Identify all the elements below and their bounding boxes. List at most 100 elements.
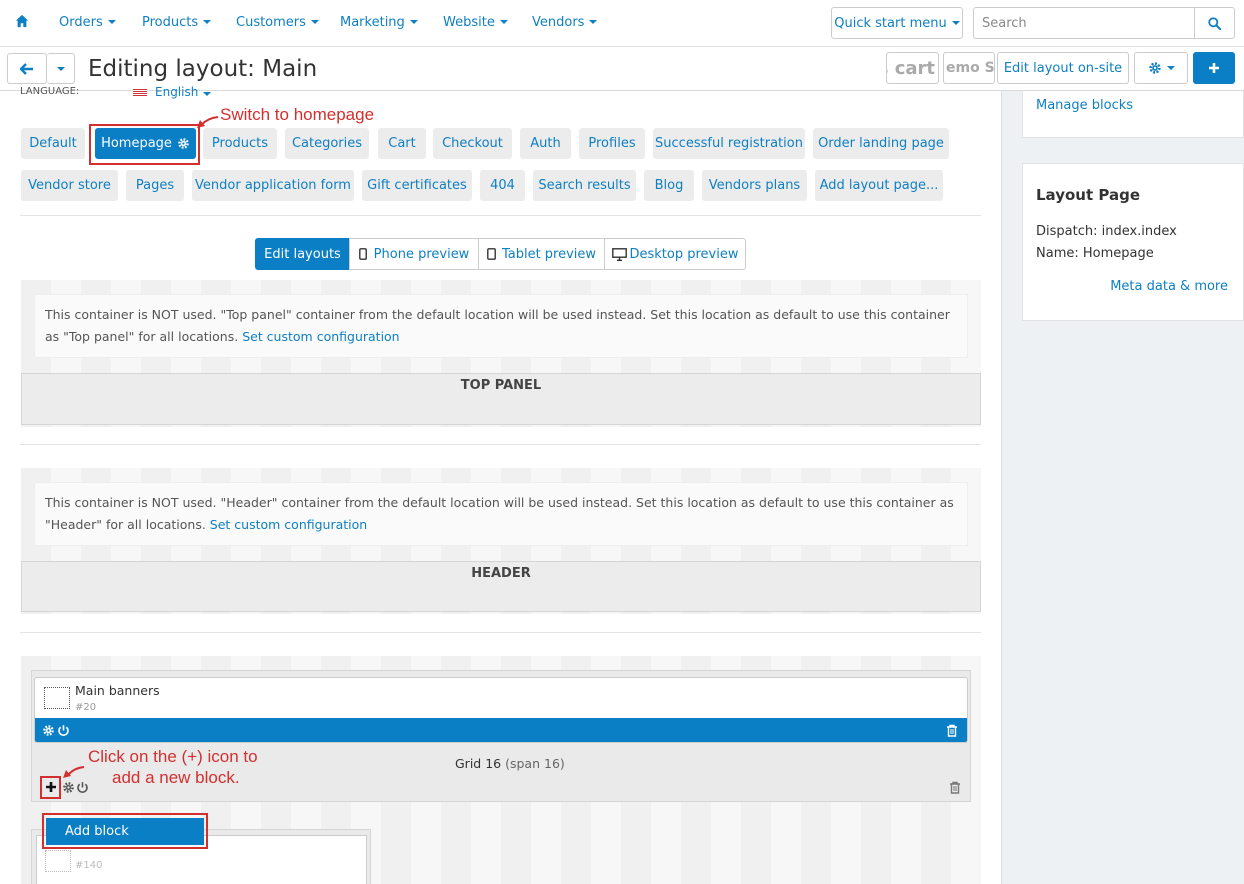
layout-page-heading: Layout Page bbox=[1036, 186, 1140, 204]
highlight-box bbox=[89, 124, 200, 165]
search-button[interactable] bbox=[1194, 8, 1234, 38]
arrow-icon bbox=[197, 116, 219, 128]
chevron-down-icon bbox=[409, 20, 418, 24]
chevron-down-icon bbox=[310, 20, 319, 24]
settings-dropdown-button[interactable] bbox=[1134, 52, 1188, 84]
block-id: #20 bbox=[75, 702, 97, 713]
storefront-logo-1[interactable]: s cart bbox=[886, 52, 939, 84]
container-title: TOP PANEL bbox=[460, 378, 542, 393]
trash-icon[interactable] bbox=[949, 781, 961, 794]
chevron-down-icon bbox=[203, 20, 212, 24]
chevron-down-icon bbox=[499, 20, 508, 24]
tab-gift-certificates[interactable]: Gift certificates bbox=[362, 170, 472, 201]
chevron-down-icon bbox=[107, 20, 116, 24]
tab-checkout[interactable]: Checkout bbox=[433, 128, 512, 159]
tab-profiles[interactable]: Profiles bbox=[579, 128, 645, 159]
header-notice: This container is NOT used. "Header" con… bbox=[34, 482, 968, 546]
main-banners-block[interactable]: Main banners #20 bbox=[34, 677, 968, 743]
tab-auth[interactable]: Auth bbox=[520, 128, 571, 159]
tab-vendors-plans[interactable]: Vendors plans bbox=[702, 170, 807, 201]
tab-search-results[interactable]: Search results bbox=[533, 170, 636, 201]
block-name: Main banners bbox=[75, 683, 160, 698]
desktop-preview-button[interactable]: Desktop preview bbox=[604, 238, 746, 270]
tab-vendor-store[interactable]: Vendor store bbox=[21, 170, 118, 201]
sidebar: Manage blocks Layout Page Dispatch: inde… bbox=[1001, 91, 1244, 884]
arrow-icon bbox=[63, 766, 85, 778]
search-icon bbox=[1208, 16, 1221, 30]
back-button[interactable] bbox=[7, 53, 47, 84]
power-icon[interactable] bbox=[57, 724, 70, 737]
quick-start-menu-button[interactable]: Quick start menu bbox=[831, 7, 963, 39]
storefront-logo-2[interactable]: emo Sto bbox=[943, 52, 995, 84]
chevron-down-icon bbox=[1166, 66, 1175, 70]
grid-label: Grid 16 (span 16) bbox=[455, 756, 565, 771]
nav-products[interactable]: Products bbox=[142, 15, 212, 30]
annotation-click-plus-1: Click on the (+) icon to bbox=[88, 747, 258, 766]
search-box bbox=[973, 7, 1235, 39]
chevron-down-icon bbox=[589, 20, 598, 24]
plus-icon[interactable] bbox=[45, 781, 57, 793]
container-title: HEADER bbox=[471, 566, 531, 581]
tab-add-layout-page[interactable]: Add layout page... bbox=[815, 170, 943, 201]
home-icon[interactable] bbox=[15, 14, 31, 30]
block-toolbar bbox=[35, 718, 967, 742]
tablet-icon bbox=[487, 248, 496, 260]
phone-preview-button[interactable]: Phone preview bbox=[349, 238, 479, 270]
nav-vendors[interactable]: Vendors bbox=[532, 15, 598, 30]
gear-icon[interactable] bbox=[42, 724, 55, 737]
language-label: LANGUAGE: bbox=[20, 86, 80, 97]
divider bbox=[20, 444, 981, 445]
manage-blocks-box: Manage blocks bbox=[1022, 91, 1244, 138]
page-title: Editing layout: Main bbox=[88, 56, 318, 82]
block-placeholder-icon bbox=[44, 687, 70, 709]
name-info: Name: Homepage bbox=[1036, 246, 1154, 261]
tab-vendor-application-form[interactable]: Vendor application form bbox=[192, 170, 354, 201]
tablet-preview-button[interactable]: Tablet preview bbox=[478, 238, 605, 270]
tab-cart[interactable]: Cart bbox=[378, 128, 426, 159]
tab-products[interactable]: Products bbox=[203, 128, 277, 159]
set-custom-configuration-link[interactable]: Set custom configuration bbox=[242, 329, 399, 344]
power-icon[interactable] bbox=[76, 781, 89, 794]
manage-blocks-link[interactable]: Manage blocks bbox=[1036, 98, 1133, 113]
tab-blog[interactable]: Blog bbox=[644, 170, 694, 201]
chevron-down-icon bbox=[203, 92, 212, 96]
search-input[interactable] bbox=[974, 8, 1196, 38]
tab-default[interactable]: Default bbox=[21, 128, 85, 159]
dispatch-info: Dispatch: index.index bbox=[1036, 224, 1177, 239]
add-block-menu-item[interactable]: Add block bbox=[46, 818, 204, 845]
divider bbox=[20, 215, 981, 216]
trash-icon[interactable] bbox=[946, 724, 958, 737]
top-panel-notice: This container is NOT used. "Top panel" … bbox=[34, 294, 968, 358]
layout-page-box: Layout Page Dispatch: index.index Name: … bbox=[1022, 163, 1244, 321]
nav-website[interactable]: Website bbox=[443, 15, 508, 30]
edit-layout-onsite-button[interactable]: Edit layout on-site bbox=[997, 52, 1129, 84]
tab-404[interactable]: 404 bbox=[480, 170, 525, 201]
tab-categories[interactable]: Categories bbox=[285, 128, 369, 159]
meta-data-link[interactable]: Meta data & more bbox=[1110, 279, 1228, 294]
tab-pages[interactable]: Pages bbox=[126, 170, 184, 201]
divider bbox=[20, 632, 981, 633]
gear-icon bbox=[1148, 62, 1161, 74]
top-navigation: Orders Products Customers Marketing Webs… bbox=[0, 0, 1244, 47]
header-box: HEADER bbox=[21, 561, 981, 612]
edit-layouts-button[interactable]: Edit layouts bbox=[255, 238, 350, 270]
set-custom-configuration-link[interactable]: Set custom configuration bbox=[210, 517, 367, 532]
block-id: #140 bbox=[75, 860, 103, 871]
nav-customers[interactable]: Customers bbox=[236, 15, 319, 30]
tab-successful-registration[interactable]: Successful registration bbox=[653, 128, 805, 159]
phone-icon bbox=[358, 248, 367, 260]
top-panel-box: TOP PANEL bbox=[21, 373, 981, 425]
nav-marketing[interactable]: Marketing bbox=[340, 15, 418, 30]
nav-orders[interactable]: Orders bbox=[59, 15, 116, 30]
chevron-down-icon bbox=[56, 66, 65, 71]
language-selector[interactable]: English bbox=[133, 85, 212, 99]
desktop-icon bbox=[611, 247, 627, 261]
arrow-left-icon bbox=[20, 62, 33, 75]
add-button[interactable] bbox=[1193, 52, 1235, 84]
gear-icon[interactable] bbox=[62, 781, 75, 794]
plus-icon bbox=[1209, 63, 1219, 73]
history-dropdown-button[interactable] bbox=[47, 53, 75, 84]
chevron-down-icon bbox=[951, 21, 960, 25]
annotation-switch-homepage: Switch to homepage bbox=[220, 105, 375, 124]
tab-order-landing-page[interactable]: Order landing page bbox=[813, 128, 949, 159]
